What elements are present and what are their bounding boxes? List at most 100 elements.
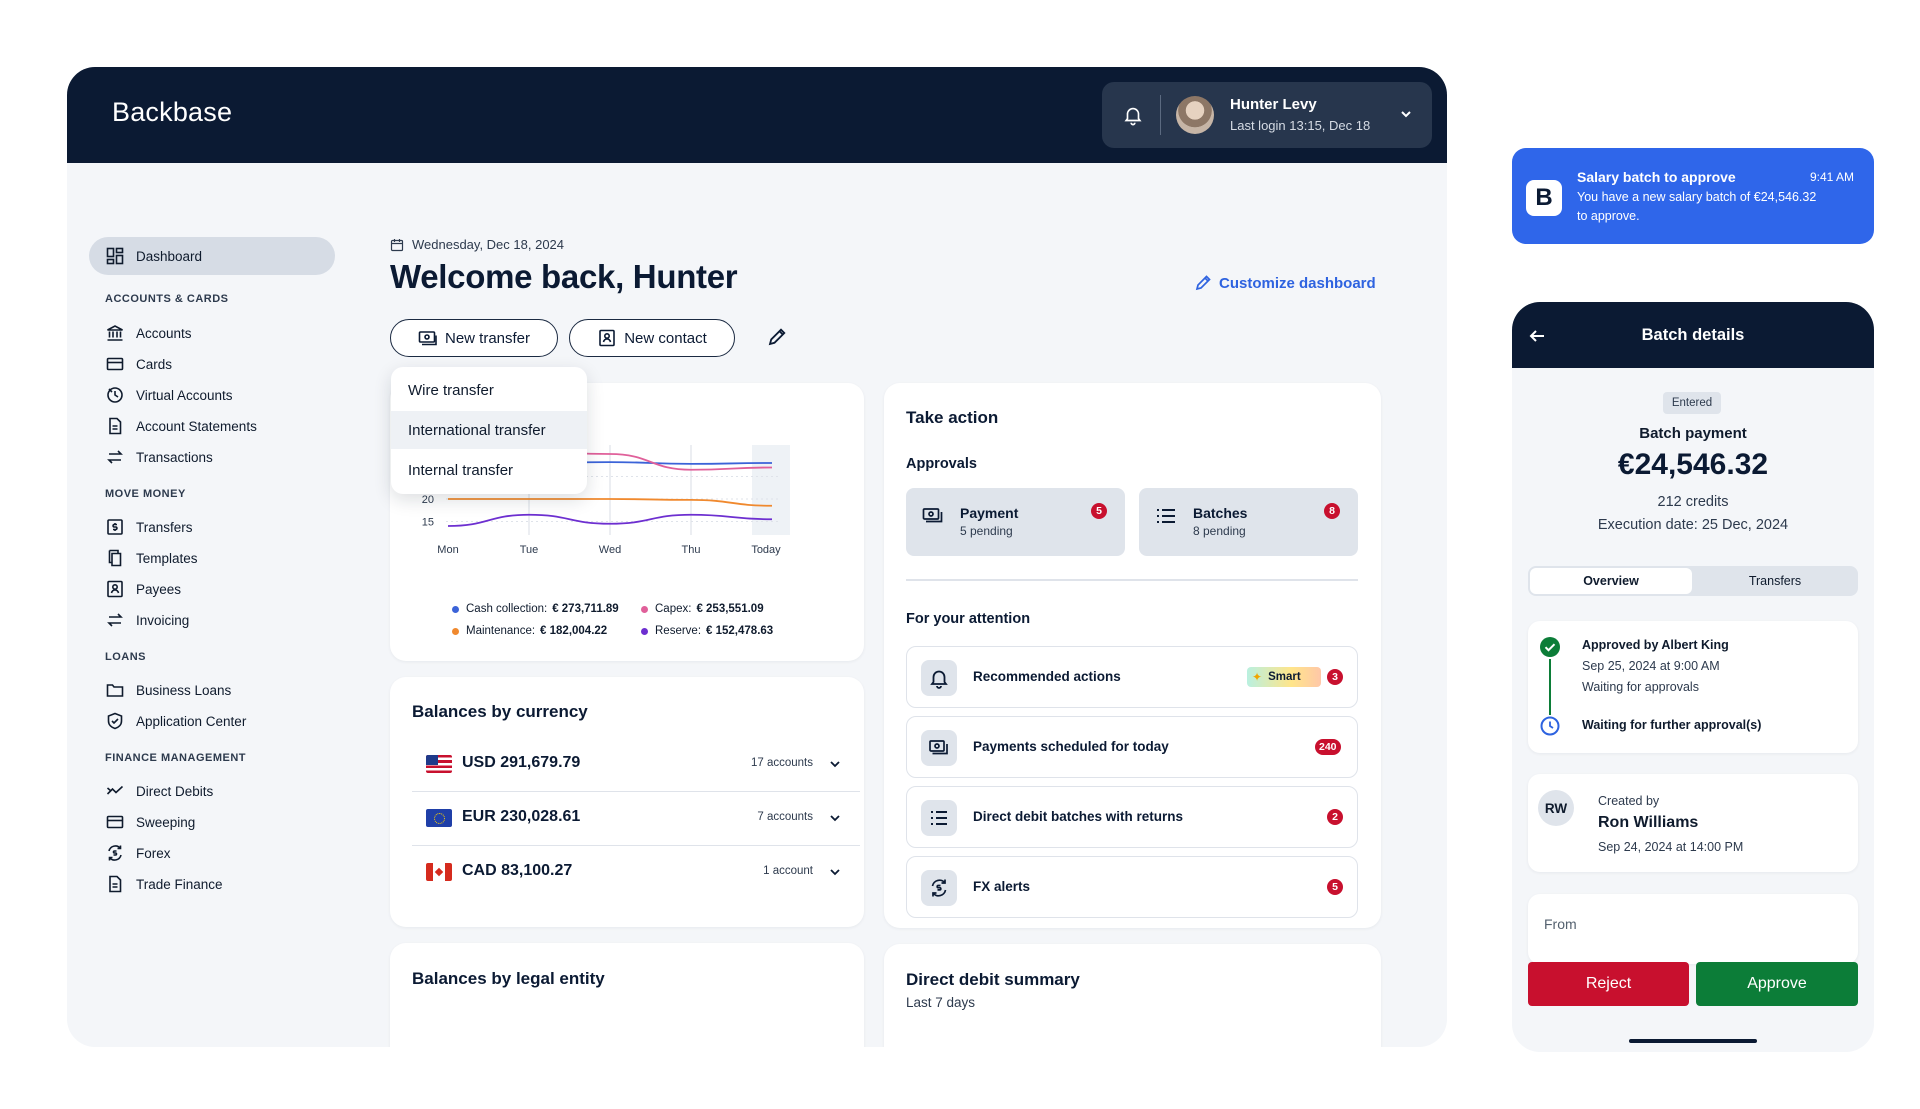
menu-item-internal-transfer[interactable]: Internal transfer xyxy=(391,451,587,489)
balance-row-usd[interactable]: USD 291,679.79 17 accounts xyxy=(412,737,860,791)
user-menu[interactable]: Hunter Levy Last login 13:15, Dec 18 xyxy=(1102,82,1432,148)
money-icon xyxy=(418,331,437,346)
last-login: Last login 13:15, Dec 18 xyxy=(1230,118,1371,133)
batch-amount: €24,546.32 xyxy=(1617,448,1769,481)
customize-dashboard-link[interactable]: Customize dashboard xyxy=(1194,274,1376,292)
shield-check-icon xyxy=(107,712,123,730)
creator-name: Ron Williams xyxy=(1598,814,1699,831)
section-heading: LOANS xyxy=(105,651,146,663)
trend-icon xyxy=(106,785,124,795)
home-indicator xyxy=(1629,1039,1757,1043)
edit-icon[interactable] xyxy=(766,326,788,348)
created-by-card: RW Created by Ron Williams Sep 24, 2024 … xyxy=(1528,774,1858,872)
card-icon xyxy=(106,357,124,371)
sidebar-item-virtual-accounts[interactable]: Virtual Accounts xyxy=(105,384,233,406)
notification-title: Salary batch to approve xyxy=(1577,169,1736,185)
approve-button[interactable]: Approve xyxy=(1696,962,1858,1006)
legend-item: Maintenance: € 182,004.22 xyxy=(452,625,607,637)
approval-batches[interactable]: Batches 8 pending 8 xyxy=(1139,488,1358,556)
push-notification[interactable]: B Salary batch to approve 9:41 AM You ha… xyxy=(1512,148,1874,244)
count-badge: 8 xyxy=(1324,503,1340,519)
attention-payments-scheduled[interactable]: Payments scheduled for today 240 xyxy=(906,716,1358,778)
sidebar-item-transactions[interactable]: Transactions xyxy=(105,446,213,468)
sidebar-item-sweeping[interactable]: Sweeping xyxy=(105,811,195,833)
chevron-down-icon[interactable] xyxy=(828,757,842,771)
tab-transfers[interactable]: Transfers xyxy=(1694,568,1856,594)
batch-kind: Batch payment xyxy=(1639,425,1747,442)
tab-switcher: Overview Transfers xyxy=(1528,566,1858,596)
take-action-card: Take action Approvals Payment 5 pending … xyxy=(884,383,1381,928)
sparkle-icon: ✦ xyxy=(1252,670,1263,684)
batches-icon xyxy=(921,800,957,836)
current-date: Wednesday, Dec 18, 2024 xyxy=(390,237,564,252)
transfer-type-menu: Wire transfer International transfer Int… xyxy=(391,367,587,494)
legend-dot xyxy=(452,605,459,613)
page-title: Welcome back, Hunter xyxy=(390,258,738,295)
y-tick-label: 20 xyxy=(422,494,434,506)
mobile-batch-details: Batch details Entered Batch payment €24,… xyxy=(1512,302,1874,1052)
tab-overview[interactable]: Overview xyxy=(1530,568,1692,594)
legend-item: Reserve: € 152,478.63 xyxy=(641,625,773,637)
balances-by-legal-entity-card: Balances by legal entity xyxy=(390,943,864,1047)
reject-button[interactable]: Reject xyxy=(1528,962,1689,1006)
sidebar-item-dashboard-label[interactable]: Dashboard xyxy=(105,245,202,267)
new-transfer-button[interactable]: New transfer xyxy=(390,319,558,357)
sidebar-item-forex[interactable]: Forex xyxy=(105,842,171,864)
count-badge: 5 xyxy=(1091,503,1107,519)
chevron-down-icon[interactable] xyxy=(1398,106,1414,122)
sidebar-item-account-statements[interactable]: Account Statements xyxy=(105,415,257,437)
new-contact-button[interactable]: New contact xyxy=(569,319,735,357)
sidebar-item-business-loans[interactable]: Business Loans xyxy=(105,679,231,701)
batch-credits: 212 credits xyxy=(1657,494,1729,510)
attention-fx-alerts[interactable]: FX alerts 5 xyxy=(906,856,1358,918)
exchange-icon xyxy=(108,845,122,861)
sidebar-item-application-center[interactable]: Application Center xyxy=(105,710,246,732)
approvals-heading: Approvals xyxy=(906,456,977,472)
x-tick-label: Mon xyxy=(437,544,458,556)
document-icon xyxy=(109,417,122,435)
sidebar-item-transfers[interactable]: Transfers xyxy=(105,516,193,538)
us-flag-icon xyxy=(426,755,452,773)
sidebar-item-accounts[interactable]: Accounts xyxy=(105,322,192,344)
legend-item: Capex: € 253,551.09 xyxy=(641,603,764,615)
attention-recommended-actions[interactable]: Recommended actions ✦ Smart 3 xyxy=(906,646,1358,708)
attention-direct-debit-returns[interactable]: Direct debit batches with returns 2 xyxy=(906,786,1358,848)
user-name: Hunter Levy xyxy=(1230,96,1317,113)
dashboard-icon xyxy=(106,247,124,265)
chevron-down-icon[interactable] xyxy=(828,811,842,825)
bell-icon[interactable] xyxy=(1122,104,1144,126)
transfer-arrows-icon xyxy=(107,450,123,464)
created-label: Created by xyxy=(1598,794,1660,808)
balance-row-eur[interactable]: EUR 230,028.61 7 accounts xyxy=(412,791,860,845)
approval-payment[interactable]: Payment 5 pending 5 xyxy=(906,488,1125,556)
menu-item-wire-transfer[interactable]: Wire transfer xyxy=(391,371,587,409)
card-title: Balances by currency xyxy=(412,702,588,721)
brand-logo[interactable]: Backbase xyxy=(112,97,232,128)
created-date: Sep 24, 2024 at 14:00 PM xyxy=(1598,840,1744,854)
card-title: Balances by legal entity xyxy=(412,969,605,988)
card-title: Take action xyxy=(906,408,999,427)
sidebar-item-templates[interactable]: Templates xyxy=(105,547,198,569)
smart-chip: ✦ Smart xyxy=(1247,667,1321,687)
status-badge: Entered xyxy=(1663,392,1721,414)
count-badge: 5 xyxy=(1327,879,1343,895)
mobile-title: Batch details xyxy=(1641,326,1745,344)
payment-icon xyxy=(921,730,957,766)
sidebar-item-invoicing[interactable]: Invoicing xyxy=(105,609,189,631)
calendar-icon xyxy=(390,238,404,251)
chevron-down-icon[interactable] xyxy=(828,865,842,879)
sidebar-item-trade-finance[interactable]: Trade Finance xyxy=(105,873,223,895)
approval-timeline: Approved by Albert King Sep 25, 2024 at … xyxy=(1528,621,1858,753)
sidebar-item-direct-debits[interactable]: Direct Debits xyxy=(105,780,213,802)
balance-row-cad[interactable]: CAD 83,100.27 1 account xyxy=(412,845,860,899)
virtual-account-icon xyxy=(107,387,123,403)
bell-icon xyxy=(921,660,957,696)
top-bar: Backbase Hunter Levy Last login 13:15, D… xyxy=(67,67,1447,163)
menu-item-international-transfer[interactable]: International transfer xyxy=(391,411,587,449)
pencil-icon xyxy=(1195,275,1211,291)
sidebar-item-cards[interactable]: Cards xyxy=(105,353,172,375)
section-heading: ACCOUNTS & CARDS xyxy=(105,293,229,305)
count-badge: 3 xyxy=(1327,669,1343,685)
sidebar-item-payees[interactable]: Payees xyxy=(105,578,181,600)
exchange-icon xyxy=(921,870,957,906)
